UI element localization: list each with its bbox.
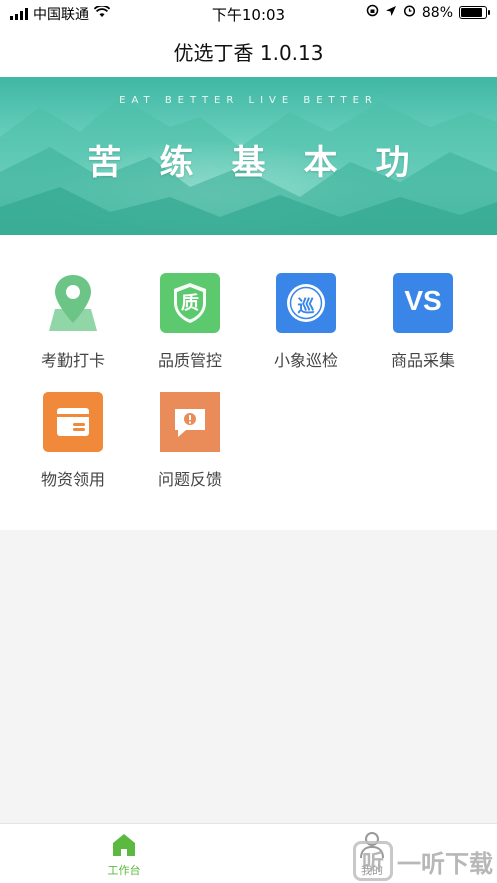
- app-quality-control[interactable]: 质 品质管控: [135, 273, 245, 371]
- app-product-collection[interactable]: VS 商品采集: [368, 273, 478, 371]
- banner-title: 苦练基本功: [87, 143, 448, 183]
- tab-bar: 工作台 我的 听 一听下载: [0, 823, 497, 883]
- watermark: 听 一听下载: [353, 841, 493, 881]
- patrol-icon: 巡: [276, 273, 336, 333]
- watermark-logo-icon: 听: [353, 841, 393, 881]
- vs-icon: VS: [393, 273, 453, 333]
- banner-subtitle: EAT BETTER LIVE BETTER: [119, 95, 378, 106]
- app-material-requisition[interactable]: 物资领用: [18, 392, 128, 490]
- app-label: 物资领用: [40, 470, 105, 489]
- tab-label: 工作台: [107, 864, 141, 877]
- app-label: 品质管控: [157, 351, 222, 370]
- page-title: 优选丁香 1.0.13: [173, 41, 324, 65]
- shield-quality-icon: 质: [160, 273, 220, 333]
- app-feedback[interactable]: 问题反馈: [135, 392, 245, 490]
- home-icon: [64, 830, 184, 860]
- app-patrol[interactable]: 巡 小象巡检: [251, 273, 361, 371]
- location-arrow-icon: [385, 5, 397, 21]
- screen-rotation-lock-icon: [366, 4, 379, 21]
- app-label: 商品采集: [390, 351, 455, 370]
- app-label: 考勤打卡: [40, 351, 105, 370]
- alarm-icon: [403, 4, 416, 21]
- app-attendance[interactable]: 考勤打卡: [18, 273, 128, 371]
- icon-glyph: 巡: [297, 297, 315, 317]
- watermark-logo-glyph: 听: [361, 851, 384, 876]
- watermark-text: 一听下载: [397, 849, 493, 878]
- wallet-icon: [43, 392, 103, 452]
- battery-percent: 88%: [421, 4, 453, 21]
- app-grid: 考勤打卡 质 品质管控 巡 小象巡检 VS 商品采集 物资领用 问题反馈: [0, 235, 497, 530]
- icon-glyph: VS: [404, 285, 442, 316]
- banner[interactable]: EAT BETTER LIVE BETTER 苦练基本功: [0, 77, 497, 235]
- icon-glyph: 质: [181, 293, 199, 314]
- battery-icon: [459, 6, 490, 19]
- app-label: 小象巡检: [273, 351, 338, 370]
- tab-workbench[interactable]: 工作台: [64, 830, 184, 878]
- nav-bar: 优选丁香 1.0.13: [0, 26, 497, 77]
- feedback-icon: [160, 392, 220, 452]
- location-pin-icon: [43, 273, 103, 333]
- status-bar: 中国联通 下午10:03 88%: [0, 0, 497, 26]
- app-label: 问题反馈: [157, 470, 222, 489]
